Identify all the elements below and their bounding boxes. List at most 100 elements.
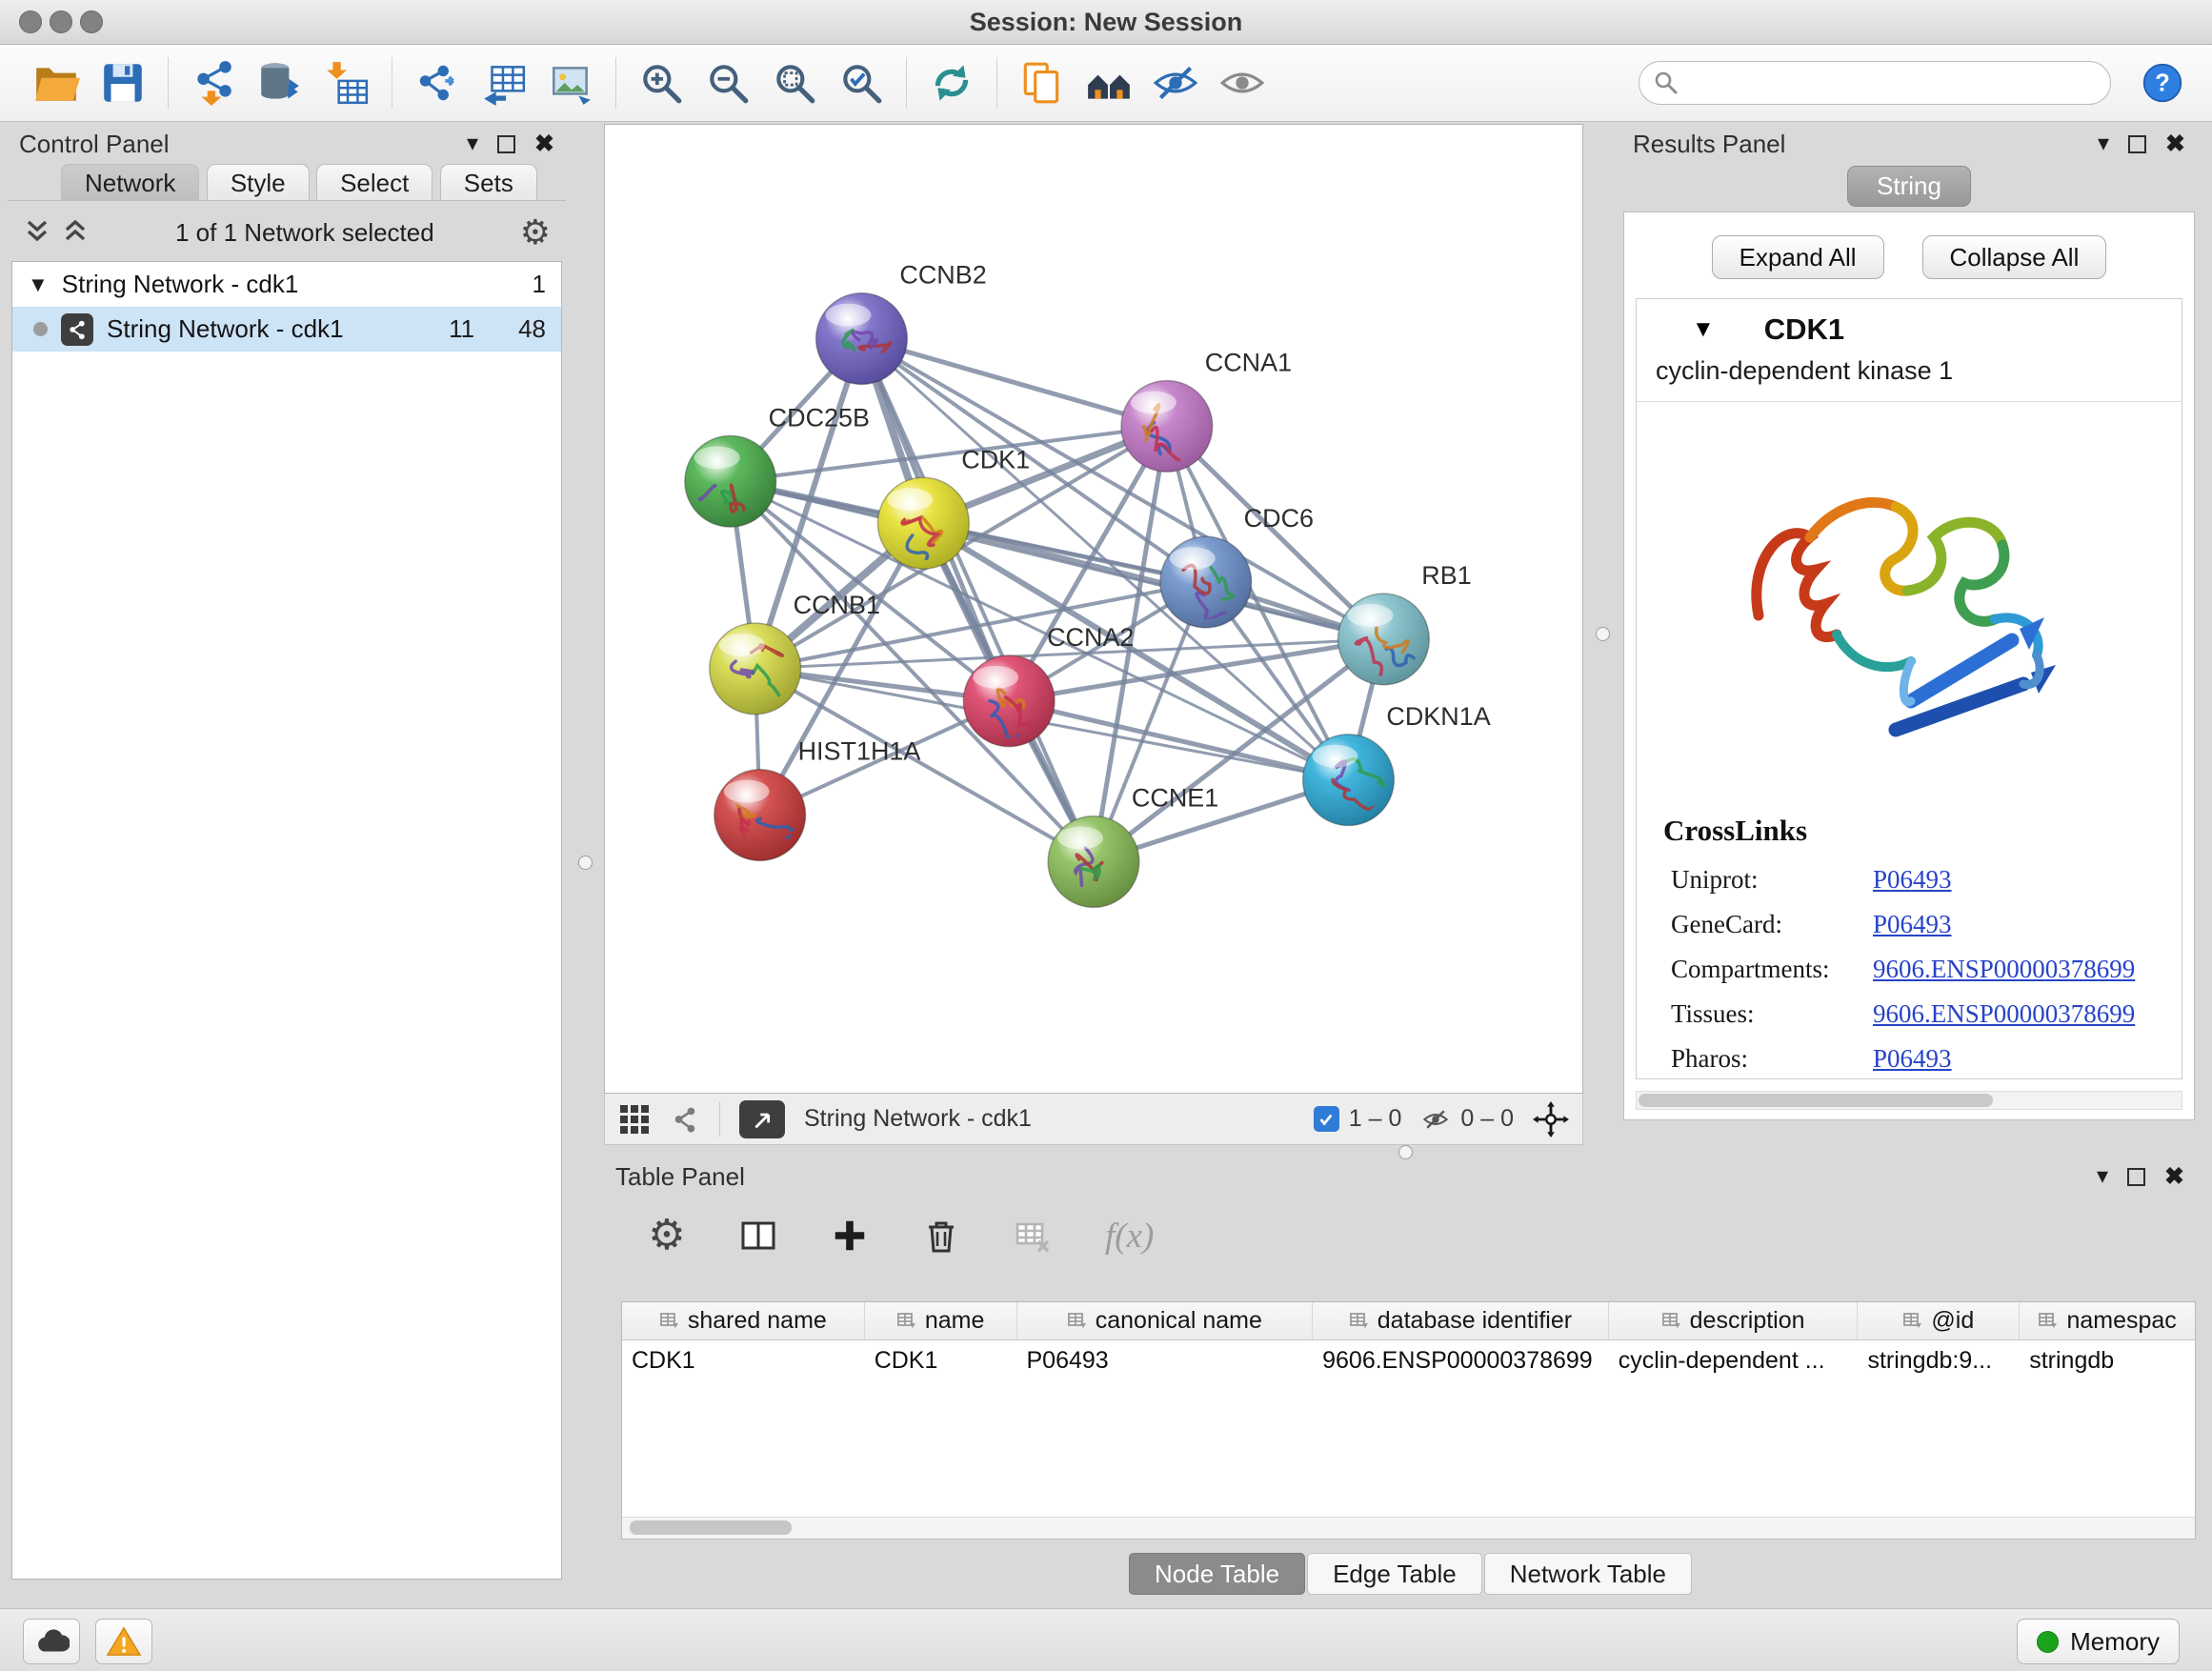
results-panel-title: Results Panel bbox=[1633, 130, 1785, 159]
memory-button[interactable]: Memory bbox=[2017, 1619, 2180, 1664]
column-header-database-identifier[interactable]: database identifier bbox=[1313, 1302, 1609, 1339]
scrollbar-thumb[interactable] bbox=[1639, 1094, 1993, 1107]
import-network-file-button[interactable] bbox=[180, 50, 247, 115]
pan-crosshair-icon[interactable] bbox=[1533, 1101, 1569, 1137]
show-all-button[interactable] bbox=[1209, 50, 1276, 115]
genecard-link[interactable]: P06493 bbox=[1873, 910, 1952, 939]
cloud-status-button[interactable] bbox=[23, 1619, 80, 1664]
grid-view-icon[interactable] bbox=[618, 1103, 651, 1136]
import-network-icon bbox=[190, 59, 237, 107]
search-input[interactable] bbox=[1679, 69, 2097, 97]
table-horizontal-scrollbar[interactable] bbox=[622, 1517, 2195, 1539]
zoom-in-button[interactable] bbox=[628, 50, 694, 115]
apply-layout-button[interactable] bbox=[918, 50, 985, 115]
tab-node-table[interactable]: Node Table bbox=[1129, 1553, 1305, 1595]
left-splitter-handle[interactable] bbox=[578, 856, 593, 870]
status-bar: Memory bbox=[0, 1608, 2212, 1671]
zoom-fit-button[interactable] bbox=[761, 50, 828, 115]
import-table-button[interactable] bbox=[313, 50, 380, 115]
collapse-all-button[interactable]: Collapse All bbox=[1922, 235, 2107, 279]
crosslink-row: Tissues: 9606.ENSP00000378699 bbox=[1637, 992, 2182, 1037]
warnings-button[interactable] bbox=[95, 1619, 152, 1664]
tab-sets[interactable]: Sets bbox=[440, 164, 537, 200]
close-window-icon[interactable] bbox=[19, 10, 42, 33]
network-view-canvas[interactable]: CCNB2CCNA1CDC25BCDK1CDC6RB1CCNB1CCNA2CDK… bbox=[604, 124, 1583, 1094]
pharos-link[interactable]: P06493 bbox=[1873, 1044, 1952, 1074]
bottom-splitter-handle[interactable] bbox=[1398, 1145, 1413, 1159]
network-graph[interactable]: CCNB2CCNA1CDC25BCDK1CDC6RB1CCNB1CCNA2CDK… bbox=[605, 125, 1582, 1093]
import-network-database-button[interactable] bbox=[247, 50, 313, 115]
protein-structure-image bbox=[1637, 415, 2182, 787]
zoom-selected-button[interactable] bbox=[828, 50, 895, 115]
duplicate-network-button[interactable] bbox=[1009, 50, 1076, 115]
tab-network[interactable]: Network bbox=[61, 164, 199, 200]
table-row[interactable]: CDK1 CDK1 P06493 9606.ENSP00000378699 cy… bbox=[622, 1340, 2195, 1380]
uniprot-link[interactable]: P06493 bbox=[1873, 865, 1952, 895]
column-header-namespace[interactable]: namespac bbox=[2020, 1302, 2195, 1339]
tab-edge-table[interactable]: Edge Table bbox=[1307, 1553, 1482, 1595]
export-table-button[interactable] bbox=[471, 50, 537, 115]
minimize-window-icon[interactable] bbox=[50, 10, 72, 33]
home-networks-button[interactable] bbox=[1076, 50, 1142, 115]
search-icon bbox=[1653, 70, 1679, 96]
network-tree: ▼ String Network - cdk1 1 String Network… bbox=[11, 261, 562, 1580]
tab-style[interactable]: Style bbox=[207, 164, 310, 200]
gear-icon[interactable]: ⚙ bbox=[520, 215, 551, 250]
selected-checkbox-icon[interactable] bbox=[1314, 1106, 1339, 1132]
show-columns-button[interactable] bbox=[734, 1211, 783, 1260]
network-overview-icon[interactable] bbox=[670, 1104, 700, 1135]
tab-string[interactable]: String bbox=[1847, 166, 1971, 207]
panel-close-icon[interactable]: ✖ bbox=[534, 132, 554, 156]
zoom-window-icon[interactable] bbox=[80, 10, 103, 33]
gene-symbol: CDK1 bbox=[1764, 312, 1844, 347]
section-expander-icon[interactable]: ▼ bbox=[1692, 316, 1715, 343]
panel-close-icon[interactable]: ✖ bbox=[2165, 132, 2185, 156]
crosslinks-section: CrossLinks Uniprot: P06493 GeneCard: P06… bbox=[1637, 814, 2182, 1081]
column-header-name[interactable]: name bbox=[865, 1302, 1017, 1339]
column-header-id[interactable]: @id bbox=[1858, 1302, 2020, 1339]
copy-documents-icon bbox=[1018, 59, 1066, 107]
table-settings-button[interactable]: ⚙ bbox=[642, 1211, 692, 1260]
scrollbar-thumb[interactable] bbox=[630, 1520, 792, 1535]
panel-float-icon[interactable] bbox=[2128, 135, 2146, 153]
compartments-link[interactable]: 9606.ENSP00000378699 bbox=[1873, 955, 2135, 984]
crosslink-row: Compartments: 9606.ENSP00000378699 bbox=[1637, 947, 2182, 992]
panel-menu-icon[interactable]: ▾ bbox=[467, 132, 478, 155]
panel-menu-icon[interactable]: ▾ bbox=[2098, 132, 2109, 155]
panel-close-icon[interactable]: ✖ bbox=[2164, 1165, 2184, 1189]
panel-float-icon[interactable] bbox=[2127, 1168, 2145, 1186]
hide-selected-button[interactable] bbox=[1142, 50, 1209, 115]
zoom-out-button[interactable] bbox=[694, 50, 761, 115]
image-icon bbox=[547, 59, 594, 107]
export-network-button[interactable] bbox=[404, 50, 471, 115]
expand-all-button[interactable]: Expand All bbox=[1712, 235, 1884, 279]
panel-float-icon[interactable] bbox=[497, 135, 515, 153]
save-session-button[interactable] bbox=[90, 50, 156, 115]
column-header-shared-name[interactable]: shared name bbox=[622, 1302, 865, 1339]
help-button[interactable]: ? bbox=[2136, 56, 2189, 110]
add-column-button[interactable] bbox=[825, 1211, 875, 1260]
results-horizontal-scrollbar[interactable] bbox=[1636, 1091, 2182, 1110]
gene-card-header[interactable]: ▼ CDK1 bbox=[1637, 299, 2182, 351]
collapse-all-networks-icon[interactable] bbox=[23, 219, 51, 246]
network-collection-row[interactable]: ▼ String Network - cdk1 1 bbox=[12, 262, 561, 307]
right-splitter-handle[interactable] bbox=[1596, 627, 1610, 641]
tissues-link[interactable]: 9606.ENSP00000378699 bbox=[1873, 999, 2135, 1029]
delete-column-button[interactable] bbox=[916, 1211, 966, 1260]
tab-network-table[interactable]: Network Table bbox=[1484, 1553, 1692, 1595]
panel-menu-icon[interactable]: ▾ bbox=[2097, 1165, 2108, 1188]
column-header-description[interactable]: description bbox=[1609, 1302, 1859, 1339]
table-header-row: shared name name canonical name database… bbox=[622, 1302, 2195, 1340]
external-link-button[interactable] bbox=[739, 1100, 785, 1138]
column-header-canonical-name[interactable]: canonical name bbox=[1017, 1302, 1314, 1339]
node-table: shared name name canonical name database… bbox=[621, 1301, 2196, 1540]
expand-all-networks-icon[interactable] bbox=[61, 219, 90, 246]
svg-text:CDK1: CDK1 bbox=[961, 445, 1030, 473]
open-session-button[interactable] bbox=[23, 50, 90, 115]
export-image-button[interactable] bbox=[537, 50, 604, 115]
collection-expander-icon[interactable]: ▼ bbox=[28, 272, 49, 297]
column-icon bbox=[896, 1311, 917, 1332]
tab-select[interactable]: Select bbox=[316, 164, 432, 200]
string-results-container: Expand All Collapse All ▼ CDK1 cyclin-de… bbox=[1623, 211, 2195, 1120]
network-row[interactable]: String Network - cdk1 11 48 bbox=[12, 307, 561, 352]
